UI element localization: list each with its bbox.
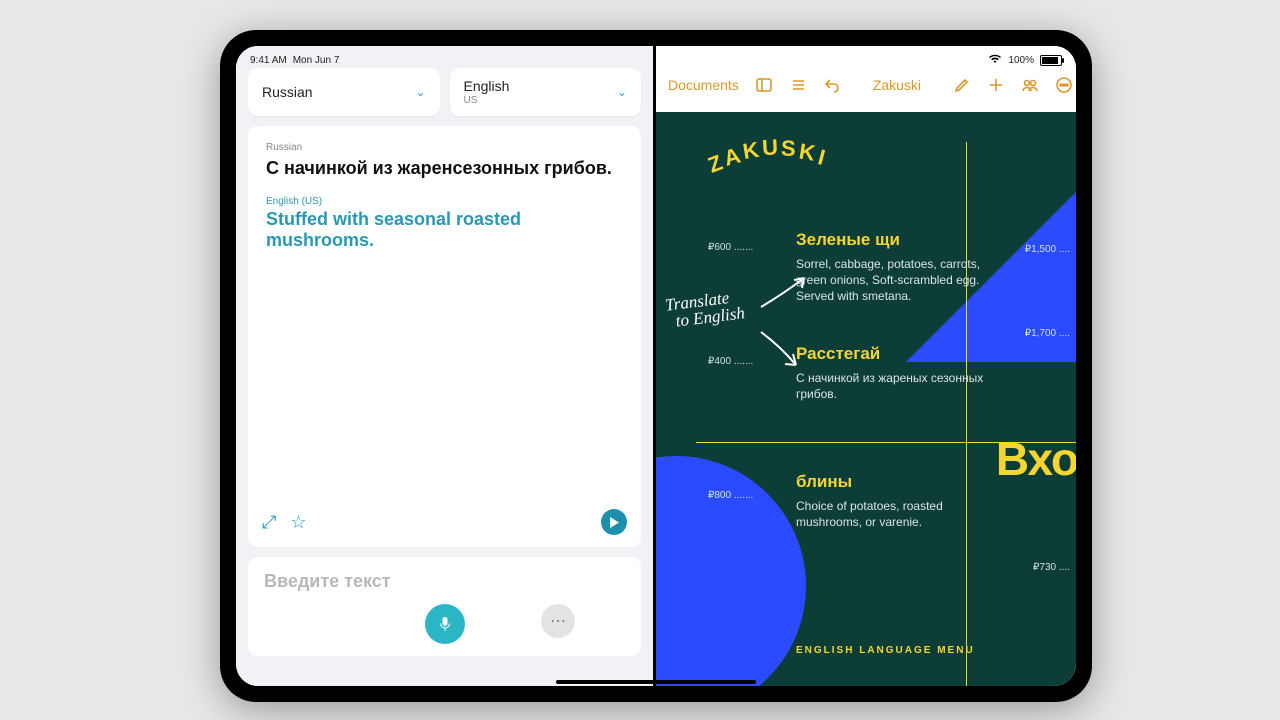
target-lang-sub: US	[464, 95, 510, 106]
price-2: ₽400 .......	[708, 356, 753, 367]
pages-app: Documents Zakuski ZAKUSKI	[656, 46, 1076, 686]
item-desc: Choice of potatoes, roasted mushrooms, o…	[796, 498, 986, 530]
menu-tag: ENGLISH LANGUAGE MENU	[796, 645, 975, 656]
status-time: 9:41 AM	[250, 55, 287, 66]
pages-toolbar: Documents Zakuski	[656, 64, 1076, 106]
menu-item-1: Зеленые щи Sorrel, cabbage, potatoes, ca…	[796, 230, 986, 305]
chevron-down-icon: ⌄	[415, 85, 425, 99]
translate-app: Russian ⌄ English US ⌄ Russian С начи	[236, 46, 653, 686]
status-right: 100%	[988, 50, 1062, 70]
item-desc: С начинкой из жареных сезонных грибов.	[796, 370, 986, 402]
ipad-frame: 9:41 AM Mon Jun 7 100% Russian	[220, 30, 1092, 702]
outline-icon[interactable]	[789, 76, 807, 94]
expand-icon[interactable]: ⤢	[262, 512, 276, 533]
handwriting-annotation: Translate to English	[664, 287, 745, 330]
back-button[interactable]: Documents	[668, 77, 739, 93]
menu-item-2: Расстегай С начинкой из жареных сезонных…	[796, 344, 986, 402]
target-language-picker[interactable]: English US ⌄	[450, 68, 642, 116]
undo-icon[interactable]	[823, 76, 841, 94]
screen: 9:41 AM Mon Jun 7 100% Russian	[236, 46, 1076, 686]
more-icon[interactable]	[1055, 76, 1073, 94]
battery-pct: 100%	[1008, 55, 1034, 66]
translation-card: Russian С начинкой из жаренсезонных гриб…	[248, 126, 641, 547]
item-name: Зеленые щи	[796, 230, 986, 250]
vertical-rule	[966, 142, 967, 686]
home-indicator[interactable]	[556, 680, 756, 684]
source-heading: Russian	[266, 142, 623, 153]
brush-icon[interactable]	[953, 76, 971, 94]
price-1: ₽600 .......	[708, 242, 753, 253]
target-lang-label: English	[464, 78, 510, 94]
price-3: ₽800 .......	[708, 490, 753, 501]
item-name: блины	[796, 472, 986, 492]
side-price-2: ₽1,700 ....	[1025, 328, 1070, 339]
input-card: Введите текст ⋯	[248, 557, 641, 656]
status-date: Mon Jun 7	[293, 55, 340, 66]
menu-item-3: блины Choice of potatoes, roasted mushro…	[796, 472, 986, 530]
arrow-down-icon	[756, 327, 806, 372]
side-price-1: ₽1,500 ....	[1025, 244, 1070, 255]
wifi-icon	[988, 54, 1002, 67]
mic-button[interactable]	[425, 604, 465, 644]
item-name: Расстегай	[796, 344, 986, 364]
target-text: Stuffed with seasonal roasted mushrooms.	[266, 209, 623, 251]
status-left: 9:41 AM Mon Jun 7	[250, 50, 339, 70]
section-heading: Вхо	[996, 432, 1076, 486]
sidebar-icon[interactable]	[755, 76, 773, 94]
chevron-down-icon: ⌄	[617, 85, 627, 99]
source-text[interactable]: С начинкой из жаренсезонных грибов.	[266, 157, 623, 180]
menu-heading: ZAKUSKI	[707, 135, 827, 167]
side-price-3: ₽730 ....	[1033, 562, 1070, 573]
source-lang-label: Russian	[262, 84, 313, 100]
item-desc: Sorrel, cabbage, potatoes, carrots, gree…	[796, 256, 986, 305]
text-input[interactable]: Введите текст	[264, 571, 625, 592]
battery-icon	[1040, 55, 1062, 66]
target-heading: English (US)	[266, 196, 623, 207]
document-canvas[interactable]: ZAKUSKI ₽600 ....... Зеленые щи Sorrel, …	[656, 112, 1076, 686]
more-button[interactable]: ⋯	[541, 604, 575, 638]
document-title[interactable]: Zakuski	[873, 77, 921, 93]
insert-icon[interactable]	[987, 76, 1005, 94]
favorite-icon[interactable]: ☆	[290, 512, 306, 533]
collaborate-icon[interactable]	[1021, 76, 1039, 94]
play-button[interactable]	[601, 509, 627, 535]
arrow-up-icon	[756, 272, 816, 312]
source-language-picker[interactable]: Russian ⌄	[248, 68, 440, 116]
